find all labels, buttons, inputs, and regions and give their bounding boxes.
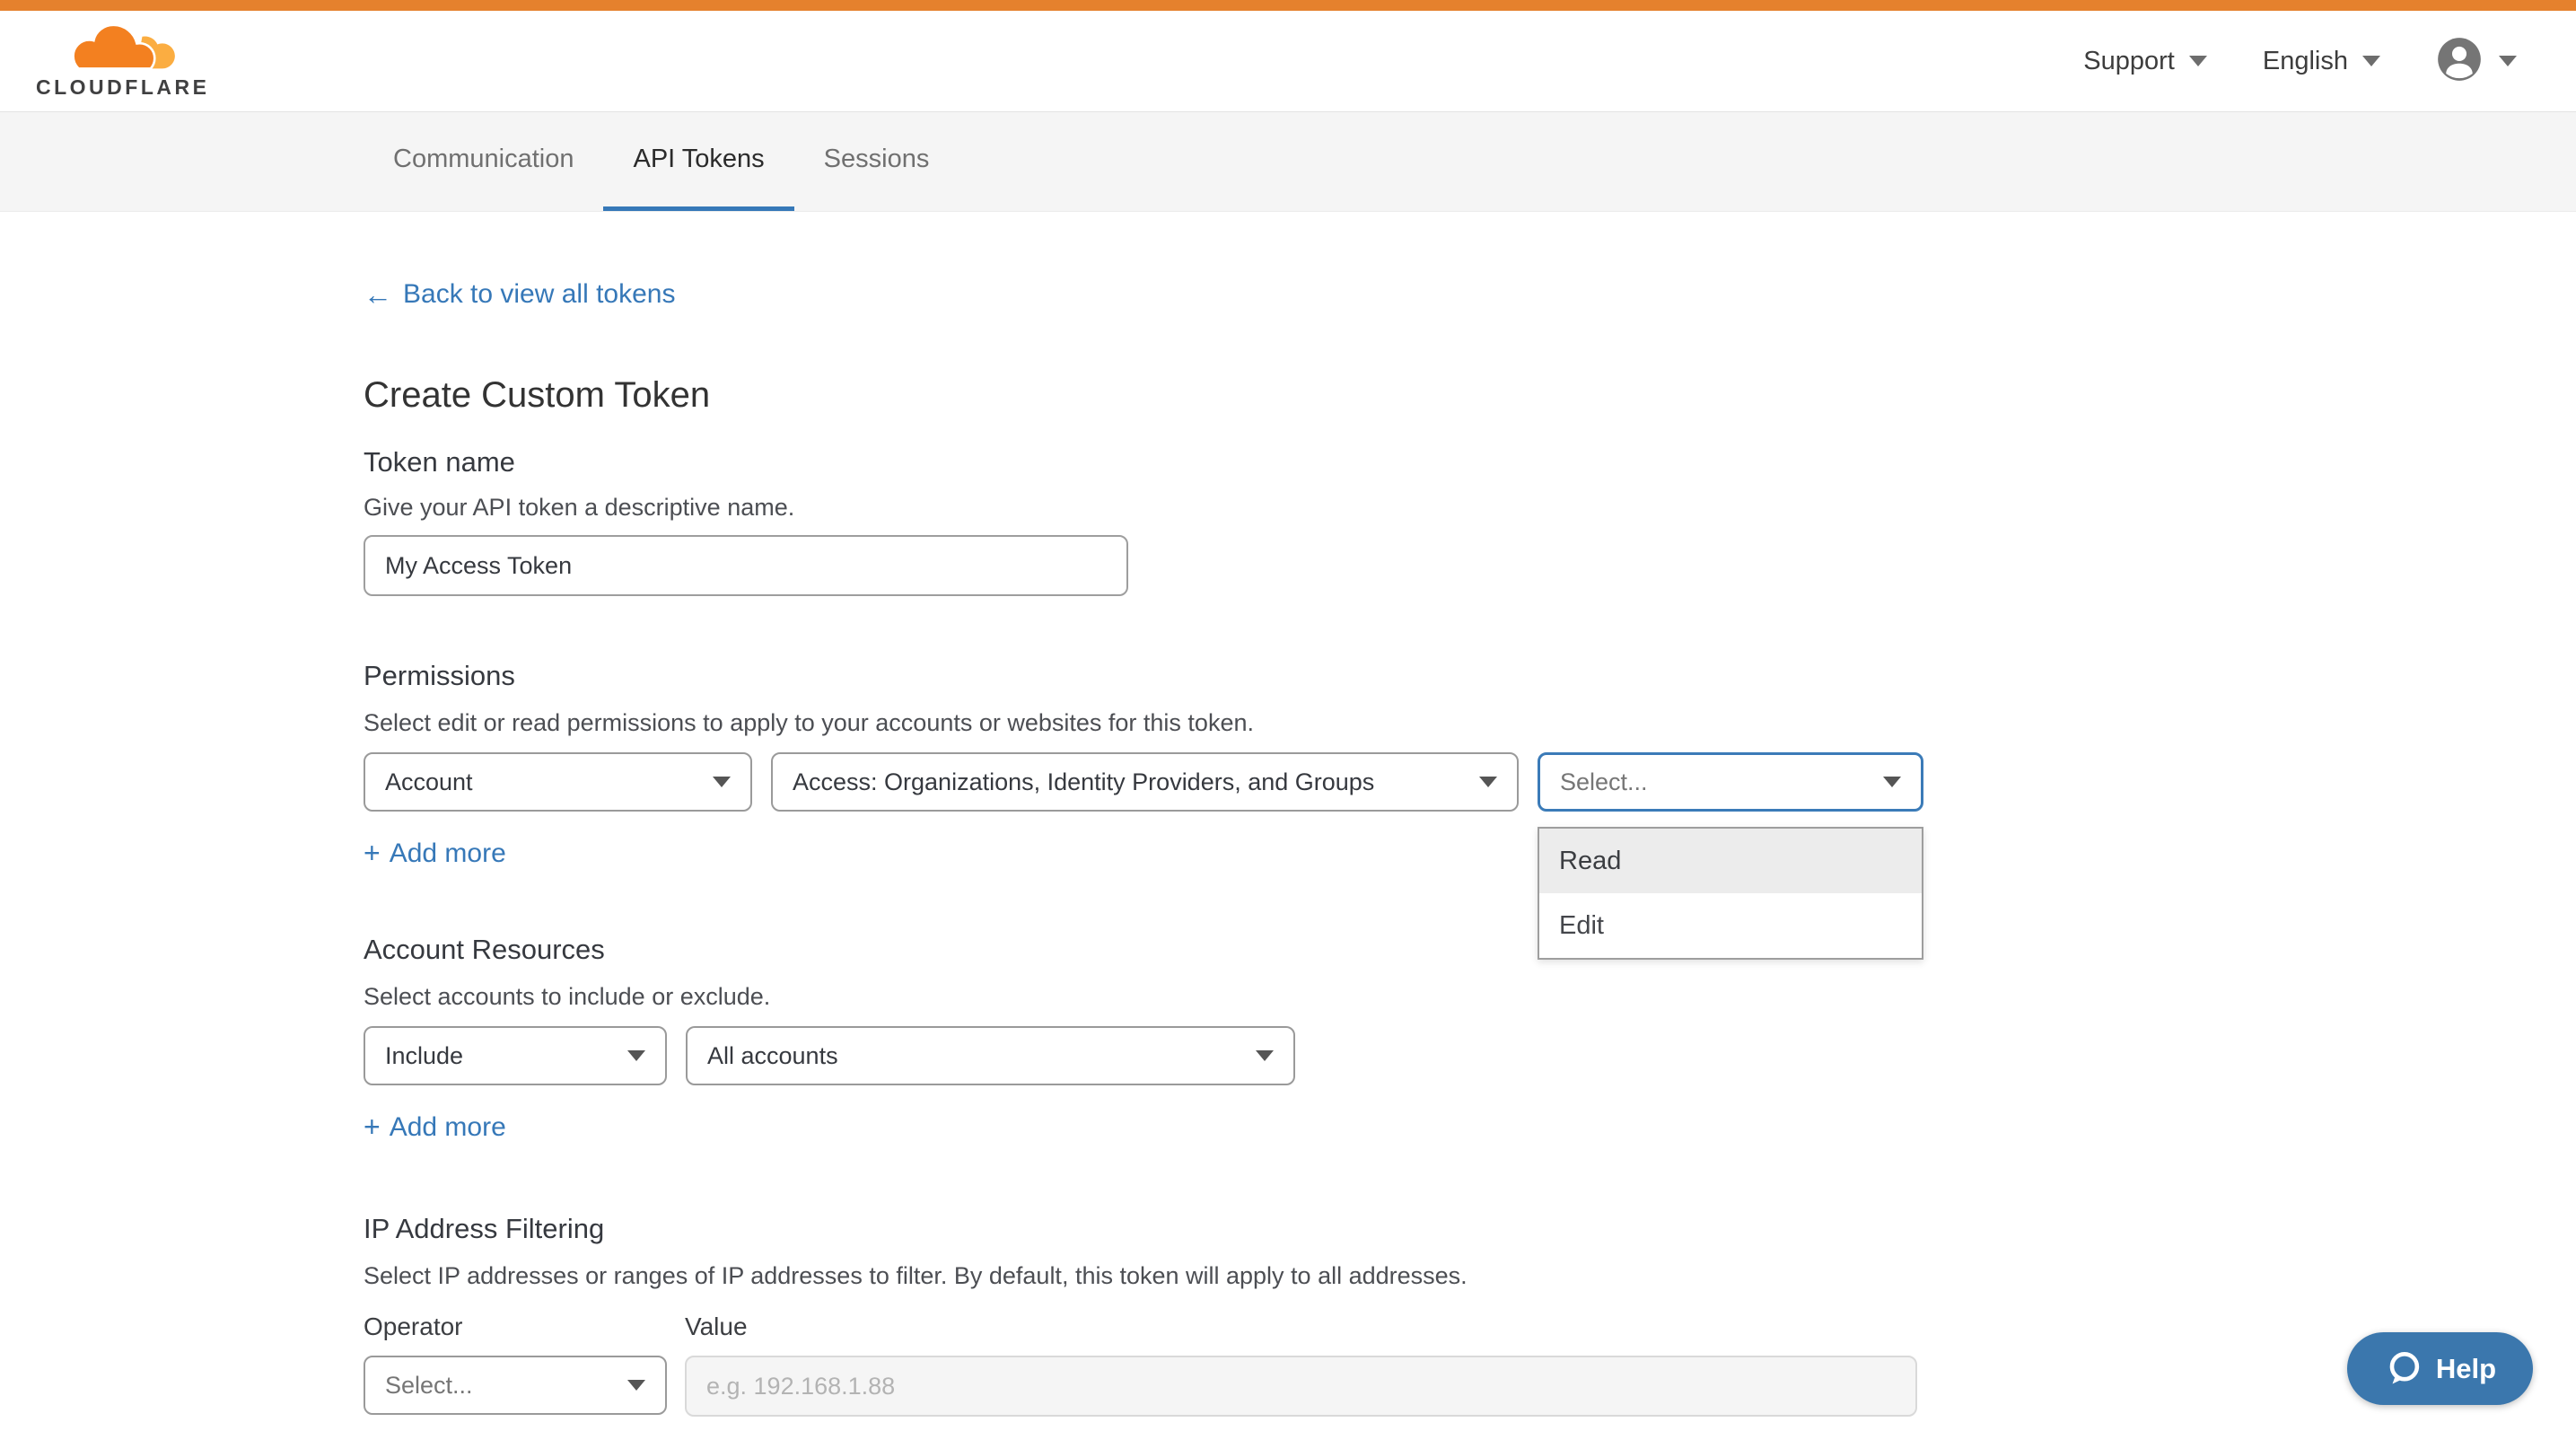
chevron-down-icon (1256, 1050, 1274, 1061)
ip-filtering-row: Select... (364, 1356, 2576, 1417)
operator-select[interactable]: Select... (364, 1356, 667, 1415)
help-label: Help (2436, 1353, 2496, 1385)
help-bubble-icon (2384, 1349, 2423, 1389)
tab-label: Sessions (824, 145, 930, 174)
token-name-input[interactable] (364, 535, 1128, 596)
account-menu[interactable] (2436, 36, 2517, 87)
chevron-down-icon (713, 777, 731, 787)
scope-value: Account (385, 768, 473, 796)
cloudflare-wordmark: CLOUDFLARE (36, 75, 209, 100)
permissions-description: Select edit or read permissions to apply… (364, 709, 2576, 736)
chevron-down-icon (2499, 56, 2517, 66)
tab-api-tokens[interactable]: API Tokens (603, 112, 793, 211)
plus-icon: + (364, 1111, 381, 1144)
tab-communication[interactable]: Communication (364, 112, 603, 211)
chevron-down-icon (2189, 56, 2207, 66)
add-more-label: Add more (390, 1112, 506, 1143)
value-label: Value (685, 1312, 748, 1341)
plus-icon: + (364, 837, 381, 870)
cloudflare-logo[interactable]: CLOUDFLARE (36, 23, 209, 100)
token-name-description: Give your API token a descriptive name. (364, 494, 2576, 521)
user-avatar-icon (2436, 36, 2483, 87)
permission-group-value: Access: Organizations, Identity Provider… (793, 768, 1374, 796)
menu-option-read[interactable]: Read (1539, 829, 1922, 893)
tab-label: API Tokens (633, 145, 764, 174)
ip-filtering-heading: IP Address Filtering (364, 1214, 2576, 1244)
header-nav: Support English (2083, 36, 2517, 87)
permission-scope-select[interactable]: Account (364, 752, 752, 812)
account-resources-description: Select accounts to include or exclude. (364, 983, 2576, 1010)
tab-label: Communication (393, 145, 574, 174)
brand-color-bar (0, 0, 2576, 11)
include-exclude-select[interactable]: Include (364, 1026, 667, 1085)
help-button[interactable]: Help (2347, 1332, 2533, 1405)
chevron-down-icon (1883, 777, 1901, 787)
ip-value-input[interactable] (685, 1356, 1917, 1417)
token-name-heading: Token name (364, 447, 2576, 478)
chevron-down-icon (627, 1050, 645, 1061)
access-level-select[interactable]: Select... (1538, 752, 1923, 812)
cloudflare-cloud-icon (68, 23, 178, 74)
accounts-select[interactable]: All accounts (686, 1026, 1295, 1085)
access-level-placeholder: Select... (1560, 768, 1648, 796)
chevron-down-icon (1479, 777, 1497, 787)
back-link-label: Back to view all tokens (403, 277, 675, 312)
page-title: Create Custom Token (364, 375, 2576, 415)
permissions-row: Account Access: Organizations, Identity … (364, 752, 2576, 812)
tab-bar: Communication API Tokens Sessions (0, 111, 2576, 212)
option-label: Edit (1559, 911, 1604, 941)
ip-filtering-labels: Operator Value (364, 1312, 2576, 1341)
ip-filtering-description: Select IP addresses or ranges of IP addr… (364, 1262, 2576, 1289)
menu-option-edit[interactable]: Edit (1539, 893, 1922, 958)
operator-placeholder: Select... (385, 1372, 473, 1400)
language-label: English (2263, 47, 2348, 76)
back-to-tokens-link[interactable]: ← Back to view all tokens (364, 277, 675, 312)
chevron-down-icon (2362, 56, 2380, 66)
tab-sessions[interactable]: Sessions (794, 112, 959, 211)
access-level-menu: Read Edit (1538, 827, 1923, 960)
permissions-add-more-link[interactable]: + Add more (364, 837, 506, 870)
back-arrow-icon: ← (364, 277, 392, 312)
option-label: Read (1559, 847, 1621, 876)
language-menu[interactable]: English (2263, 47, 2380, 76)
header: CLOUDFLARE Support English (0, 11, 2576, 111)
account-resources-add-more-link[interactable]: + Add more (364, 1111, 506, 1144)
chevron-down-icon (627, 1380, 645, 1391)
main-content: ← Back to view all tokens Create Custom … (0, 212, 2576, 1417)
support-label: Support (2083, 47, 2175, 76)
account-resources-row: Include All accounts (364, 1026, 2576, 1085)
accounts-value: All accounts (707, 1042, 838, 1070)
operator-label: Operator (364, 1312, 685, 1341)
add-more-label: Add more (390, 838, 506, 869)
account-resources-heading: Account Resources (364, 935, 2576, 965)
permissions-heading: Permissions (364, 661, 2576, 691)
include-value: Include (385, 1042, 463, 1070)
permission-group-select[interactable]: Access: Organizations, Identity Provider… (771, 752, 1519, 812)
support-menu[interactable]: Support (2083, 47, 2207, 76)
